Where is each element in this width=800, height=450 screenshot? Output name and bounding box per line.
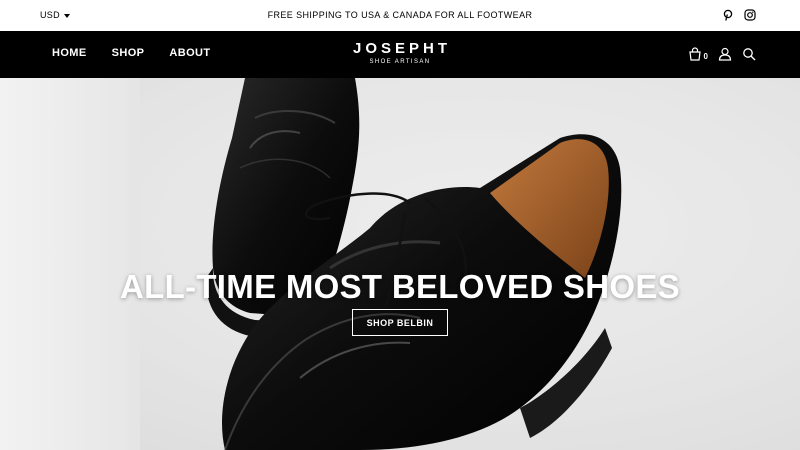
instagram-icon[interactable] [744,8,756,21]
search-icon[interactable] [742,47,756,61]
site-logo[interactable]: JOSEPHT SHOE ARTISAN [0,41,800,66]
logo-name: JOSEPHT [352,40,452,57]
hero-shoes-image [130,78,800,450]
logo-tagline: SHOE ARTISAN [369,59,431,65]
announcement-bar: USD FREE SHIPPING TO USA & CANADA FOR AL… [0,0,800,31]
shop-belbin-button[interactable]: SHOP BELBIN [352,309,448,336]
hero-title: ALL-TIME MOST BELOVED SHOES [120,268,680,305]
header-icons: 0 [688,47,756,61]
cart-button[interactable]: 0 [688,47,708,61]
site-header: HOME SHOP ABOUT JOSEPHT SHOE ARTISAN 0 [0,31,800,78]
cart-icon [688,47,702,61]
announcement-text: FREE SHIPPING TO USA & CANADA FOR ALL FO… [267,10,533,20]
cart-count: 0 [703,52,708,61]
pinterest-icon[interactable] [722,8,734,21]
account-icon[interactable] [718,47,732,61]
hero-banner: ALL-TIME MOST BELOVED SHOES SHOP BELBIN [0,78,800,450]
social-links [722,8,756,21]
